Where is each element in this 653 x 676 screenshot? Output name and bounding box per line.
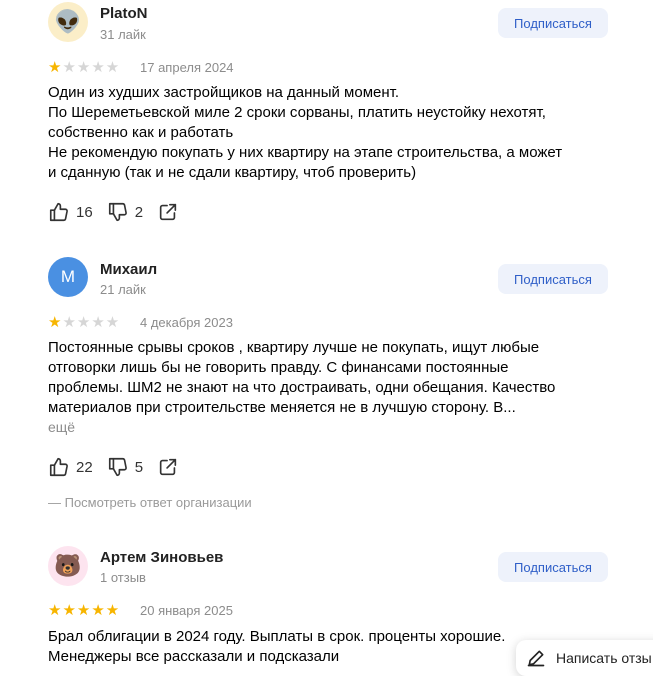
write-review-label: Написать отзы [556,650,652,666]
author-name[interactable]: PlatoN [100,5,148,22]
rating-stars: ★★★★★ [48,313,120,331]
author-likes: 31 лайк [100,27,146,42]
review-actions: 22 5 [48,455,193,479]
like-count: 22 [76,458,93,476]
review-line: материалов при строительстве меняется не… [48,399,516,416]
like-count: 16 [76,203,93,221]
star-icon: ★★★★★ [48,602,121,619]
review-line: собственно как и работать [48,124,234,141]
review-text: Постоянные срывы сроков , квартиру лучше… [48,338,603,418]
dislike-button[interactable]: 5 [107,456,143,478]
star-icon: ★ [48,314,63,331]
review-line: отговорки лишь бы не говорить правду. С … [48,359,509,376]
review-date: 20 января 2025 [140,603,233,618]
view-org-response-link[interactable]: — Посмотреть ответ организации [48,495,252,510]
review-line: Не рекомендую покупать у них квартиру на… [48,144,563,161]
review-actions: 16 2 [48,200,193,224]
like-button[interactable]: 16 [48,201,93,223]
review-line: Один из худших застройщиков на данный мо… [48,84,400,101]
subscribe-button[interactable]: Подписаться [498,552,608,582]
review-line: и сданную (так и не сдали квартиру, чтоб… [48,164,417,181]
author-reviews-count: 1 отзыв [100,570,146,585]
star-icon: ★★★★ [62,59,121,76]
thumb-down-icon [108,202,127,222]
write-review-button[interactable]: Написать отзы [516,640,653,676]
share-button[interactable] [157,456,179,478]
subscribe-button[interactable]: Подписаться [498,8,608,38]
star-icon: ★★★★ [62,314,121,331]
review-date: 4 декабря 2023 [140,315,233,330]
review-line: Постоянные срывы сроков , квартиру лучше… [48,339,540,356]
avatar[interactable]: М [48,257,88,297]
review-line: проблемы. ШМ2 не знают на что достраиват… [48,379,556,396]
avatar[interactable]: 👽 [48,2,88,42]
bear-avatar-icon: 🐻 [54,553,82,578]
author-name[interactable]: Артем Зиновьев [100,549,223,566]
share-icon [159,458,177,476]
thumb-up-icon [49,457,68,477]
star-icon: ★ [48,59,63,76]
review-date: 17 апреля 2024 [140,60,234,75]
subscribe-button[interactable]: Подписаться [498,264,608,294]
alien-avatar-icon: 👽 [54,9,82,34]
avatar[interactable]: 🐻 [48,546,88,586]
thumb-down-icon [108,457,127,477]
share-icon [159,203,177,221]
like-button[interactable]: 22 [48,456,93,478]
author-name[interactable]: Михаил [100,261,157,278]
pencil-icon [527,650,545,667]
rating-stars: ★★★★★ [48,58,120,76]
show-more-link[interactable]: ещё [48,419,75,435]
rating-stars: ★★★★★ [48,601,120,619]
share-button[interactable] [157,201,179,223]
author-likes: 21 лайк [100,282,146,297]
review-text: Один из худших застройщиков на данный мо… [48,83,603,183]
dislike-count: 5 [134,458,144,476]
thumb-up-icon [49,202,68,222]
review-line: По Шереметьевской миле 2 сроки сорваны, … [48,104,546,121]
dislike-count: 2 [134,203,144,221]
dislike-button[interactable]: 2 [107,201,143,223]
